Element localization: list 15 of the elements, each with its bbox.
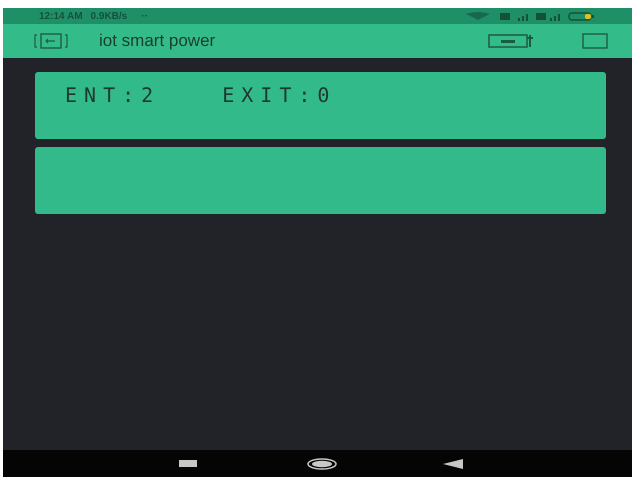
back-icon[interactable] [443, 458, 463, 468]
wifi-icon [464, 12, 492, 20]
signal-icon [500, 12, 528, 20]
lcd-text: ENT:2 [65, 82, 160, 109]
signal-icon [536, 12, 560, 20]
lcd-text: EXIT:0 [222, 82, 336, 109]
battery-icon[interactable] [488, 33, 534, 49]
app-title: iot smart power [99, 30, 216, 52]
notification-dots: ·· [141, 10, 148, 24]
home-icon[interactable] [307, 458, 337, 470]
square-icon[interactable] [582, 33, 608, 49]
status-time: 12:14 AM [39, 10, 83, 24]
battery-icon [568, 12, 596, 20]
network-speed: 0.9KB/s [90, 10, 128, 24]
device-icon[interactable] [33, 33, 69, 49]
